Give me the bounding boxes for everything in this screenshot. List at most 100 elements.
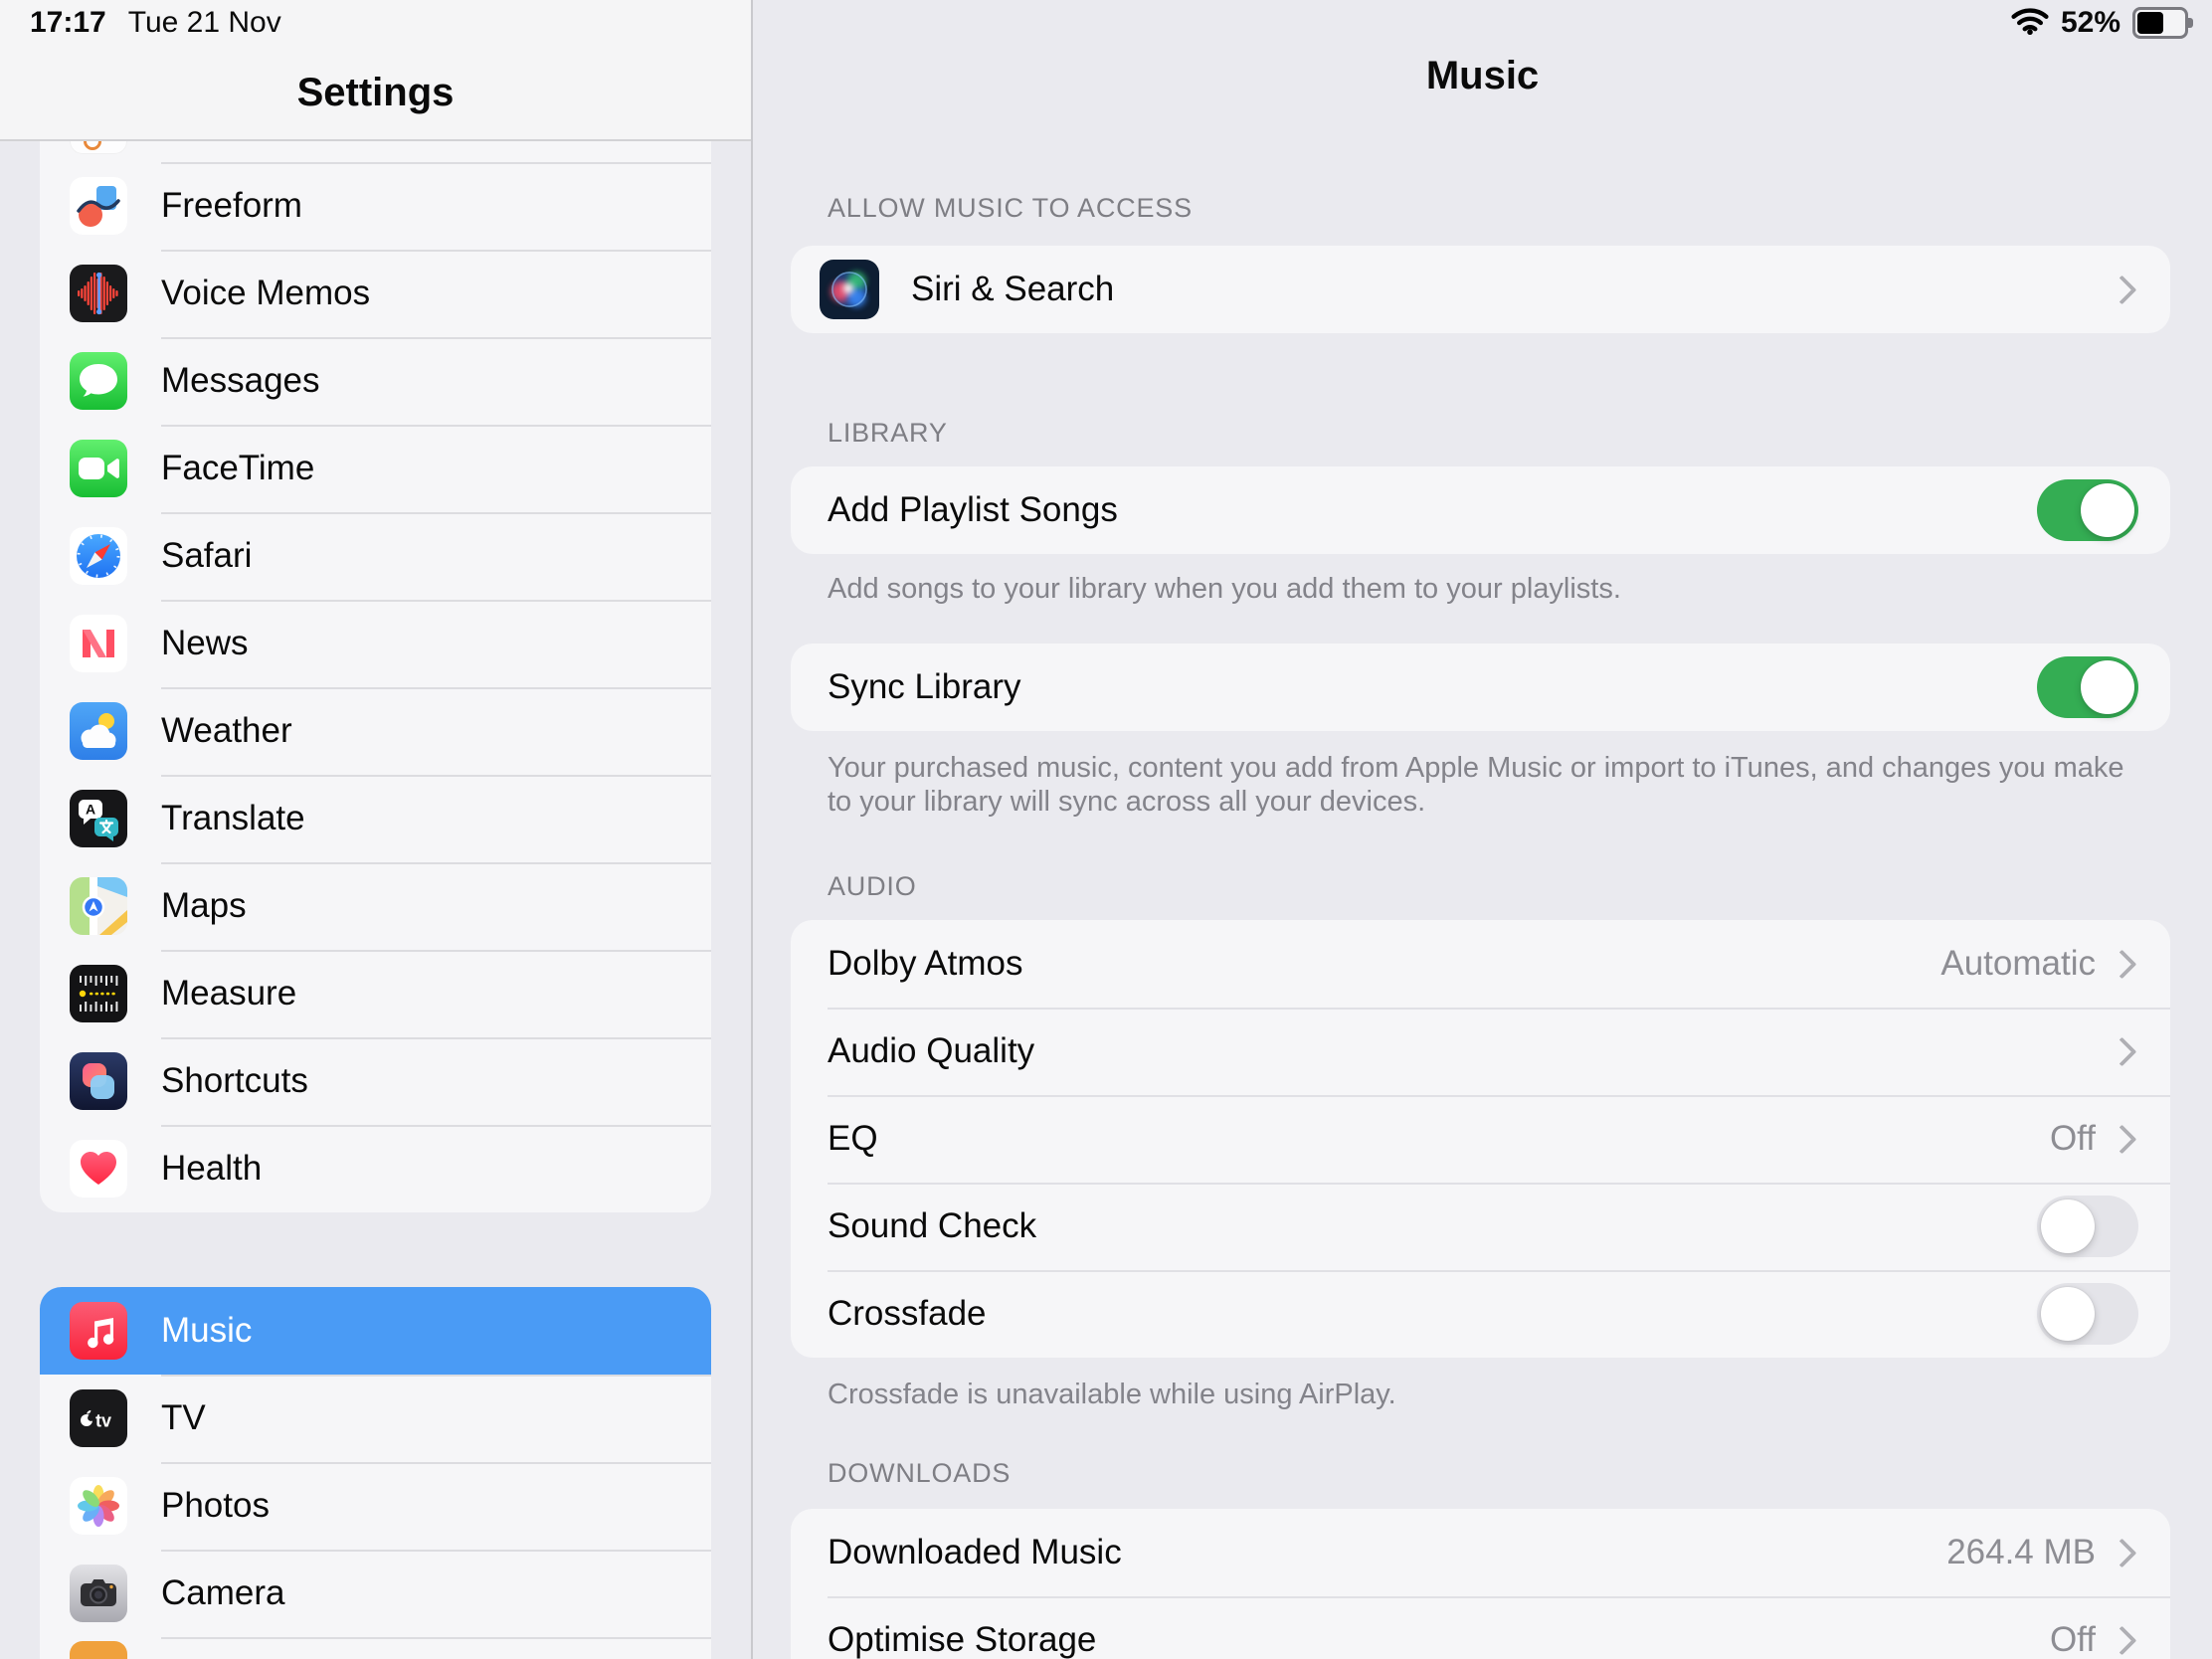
wifi-icon <box>2011 7 2049 40</box>
music-settings-panel: Music ALLOW MUSIC TO ACCESS Siri & Searc… <box>753 0 2212 1659</box>
add-playlist-songs-toggle[interactable] <box>2037 479 2138 541</box>
audio-quality-row[interactable]: Audio Quality <box>791 1008 2170 1095</box>
tv-icon: tv <box>70 1389 127 1447</box>
row-value: Off <box>2049 1620 2096 1659</box>
svg-text:tv: tv <box>95 1411 111 1431</box>
dolby-atmos-row[interactable]: Dolby Atmos Automatic <box>791 920 2170 1008</box>
sidebar-item-label: Messages <box>161 361 320 400</box>
sidebar-item-label: Measure <box>161 974 297 1013</box>
status-bar-left: 17:17 Tue 21 Nov <box>30 6 281 40</box>
sidebar-item-facetime[interactable]: FaceTime <box>40 425 711 512</box>
sound-check-row: Sound Check <box>791 1183 2170 1270</box>
chevron-right-icon <box>2107 1538 2137 1567</box>
shortcuts-icon <box>70 1052 127 1110</box>
facetime-icon <box>70 440 127 497</box>
sidebar-item-translate[interactable]: A Translate <box>40 775 711 862</box>
messages-icon <box>70 352 127 410</box>
sidebar-item-photos[interactable]: Photos <box>40 1462 711 1550</box>
row-label: Crossfade <box>828 1294 987 1333</box>
sidebar-item-label: Safari <box>161 536 253 575</box>
eq-row[interactable]: EQ Off <box>791 1095 2170 1183</box>
crossfade-toggle[interactable] <box>2037 1283 2138 1345</box>
sidebar-item-messages[interactable]: Messages <box>40 337 711 425</box>
sidebar-item-label: Photos <box>161 1486 270 1525</box>
ipad-settings-screen: 17:17 Tue 21 Nov 52% Settings Freeform V… <box>0 0 2212 1659</box>
sync-library-card: Sync Library <box>791 644 2170 731</box>
sync-library-toggle[interactable] <box>2037 656 2138 718</box>
sidebar-item-label: Weather <box>161 711 292 750</box>
sidebar-item-tv[interactable]: tv TV <box>40 1375 711 1462</box>
status-time: 17:17 <box>30 6 106 39</box>
sound-check-toggle[interactable] <box>2037 1196 2138 1257</box>
row-label: Dolby Atmos <box>828 944 1023 983</box>
section-header-audio: AUDIO <box>828 871 917 901</box>
optimise-storage-row[interactable]: Optimise Storage Off <box>791 1596 2170 1659</box>
sidebar-item-maps[interactable]: Maps <box>40 862 711 950</box>
chevron-right-icon <box>2107 949 2137 979</box>
sidebar-item-label: TV <box>161 1398 206 1437</box>
sidebar-item-label: Shortcuts <box>161 1061 308 1100</box>
sidebar-item-shortcuts[interactable]: Shortcuts <box>40 1037 711 1125</box>
sidebar-item-health[interactable]: Health <box>40 1125 711 1212</box>
row-label: Siri & Search <box>911 270 1115 308</box>
voice-memos-icon <box>70 265 127 322</box>
row-label: Add Playlist Songs <box>828 490 1118 529</box>
books-icon <box>70 1641 127 1659</box>
siri-and-search-row[interactable]: Siri & Search <box>791 246 2170 333</box>
section-header-downloads: DOWNLOADS <box>828 1458 1012 1488</box>
battery-icon <box>2132 7 2193 39</box>
translate-icon: A <box>70 790 127 847</box>
music-icon <box>70 1302 127 1360</box>
downloads-card: Downloaded Music 264.4 MB Optimise Stora… <box>791 1509 2170 1659</box>
chevron-right-icon <box>2107 275 2137 304</box>
chevron-right-icon <box>2107 1124 2137 1154</box>
row-label: Optimise Storage <box>828 1620 1097 1659</box>
sidebar-item-label: Translate <box>161 799 305 837</box>
sync-library-row: Sync Library <box>791 644 2170 731</box>
sidebar-item-partial-bottom[interactable] <box>40 1637 711 1659</box>
chevron-right-icon <box>2107 1036 2137 1066</box>
sidebar-list[interactable]: Freeform Voice Memos Messages FaceTime S… <box>40 139 711 1659</box>
sidebar-item-camera[interactable]: Camera <box>40 1550 711 1637</box>
sidebar: Settings Freeform Voice Memos Messages F… <box>0 0 751 1659</box>
sidebar-title: Settings <box>296 71 455 114</box>
battery-percent: 52% <box>2060 6 2120 39</box>
sidebar-item-weather[interactable]: Weather <box>40 687 711 775</box>
status-bar-right: 52% <box>2011 6 2193 40</box>
sidebar-item-label: Freeform <box>161 186 302 225</box>
add-playlist-songs-card: Add Playlist Songs <box>791 466 2170 554</box>
safari-icon <box>70 527 127 585</box>
section-footer: Crossfade is unavailable while using Air… <box>828 1379 1396 1410</box>
sidebar-item-measure[interactable]: Measure <box>40 950 711 1037</box>
sidebar-item-voice-memos[interactable]: Voice Memos <box>40 250 711 337</box>
health-icon <box>70 1140 127 1198</box>
sidebar-group-apps: Freeform Voice Memos Messages FaceTime S… <box>40 139 711 1212</box>
row-value: Off <box>2049 1119 2096 1158</box>
sidebar-item-label: Camera <box>161 1573 285 1612</box>
sidebar-item-partial-top[interactable] <box>40 139 711 162</box>
sidebar-group-media: Music tv TV Photos Camera <box>40 1287 711 1659</box>
sidebar-item-safari[interactable]: Safari <box>40 512 711 600</box>
sidebar-item-label: Voice Memos <box>161 274 371 312</box>
sidebar-item-music[interactable]: Music <box>40 1287 711 1375</box>
chevron-right-icon <box>2107 1625 2137 1655</box>
status-date: Tue 21 Nov <box>127 6 281 39</box>
sidebar-item-label: Health <box>161 1149 263 1188</box>
section-header-library: LIBRARY <box>828 418 948 448</box>
siri-icon <box>820 260 879 319</box>
reminders-icon <box>70 139 127 154</box>
sidebar-item-label: FaceTime <box>161 449 315 487</box>
sidebar-item-freeform[interactable]: Freeform <box>40 162 711 250</box>
weather-icon <box>70 702 127 760</box>
svg-text:A: A <box>86 802 95 818</box>
camera-icon <box>70 1565 127 1622</box>
sidebar-item-news[interactable]: News <box>40 600 711 687</box>
sidebar-item-label: Music <box>161 1311 253 1350</box>
page-title: Music <box>1425 54 1540 97</box>
row-label: EQ <box>828 1119 878 1158</box>
row-value: Automatic <box>1940 944 2096 983</box>
downloaded-music-row[interactable]: Downloaded Music 264.4 MB <box>791 1509 2170 1596</box>
section-header-allow-access: ALLOW MUSIC TO ACCESS <box>828 193 1193 223</box>
section-footer: Your purchased music, content you add fr… <box>828 752 2124 818</box>
row-value: 264.4 MB <box>1946 1533 2096 1571</box>
